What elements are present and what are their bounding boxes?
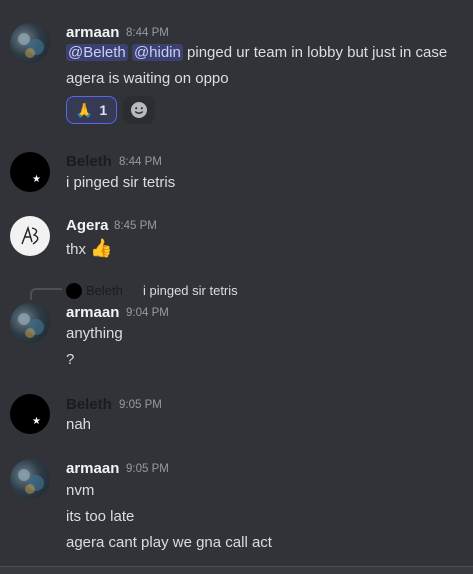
message-line: ?	[66, 351, 75, 368]
message-author[interactable]: Beleth	[66, 396, 112, 413]
message-line: thx 👍	[66, 238, 113, 259]
add-reaction-button[interactable]	[123, 96, 155, 124]
message-text: thx	[66, 241, 87, 258]
message-author[interactable]: armaan	[66, 460, 119, 477]
avatar-image-beleth: ★	[32, 174, 41, 185]
thumbs-up-emoji-icon: 👍	[90, 238, 113, 258]
reply-author[interactable]: Beleth	[86, 283, 123, 298]
reply-avatar[interactable]	[66, 283, 82, 299]
avatar-image-armaan	[18, 33, 44, 58]
avatar-agera[interactable]	[10, 216, 50, 256]
avatar-image-armaan	[18, 469, 44, 494]
message-line: agera is waiting on oppo	[66, 70, 229, 87]
message-author[interactable]: armaan	[66, 304, 119, 321]
message-timestamp: 9:05 PM	[119, 399, 162, 411]
avatar-image-armaan	[18, 313, 44, 338]
message-author[interactable]: Beleth	[66, 153, 112, 170]
avatar-image-agera	[21, 225, 39, 245]
message-timestamp: 8:44 PM	[119, 156, 162, 168]
message-text: pinged ur team in lobby but just in case	[182, 44, 448, 61]
message-line: nvm	[66, 482, 95, 499]
avatar-beleth[interactable]: ★	[10, 394, 50, 434]
reaction-count: 1	[99, 102, 108, 118]
message-line: nah	[66, 416, 92, 433]
avatar-armaan[interactable]	[10, 23, 50, 63]
message-line: i pinged sir tetris	[66, 174, 176, 191]
svg-text:★: ★	[32, 174, 41, 185]
avatar-armaan[interactable]	[10, 303, 50, 343]
pray-emoji-icon: 🙏	[75, 101, 94, 118]
reply-connector	[30, 288, 62, 300]
avatar-beleth[interactable]: ★	[10, 152, 50, 192]
reaction-pray[interactable]: 🙏 1	[66, 96, 117, 124]
message-timestamp: 9:04 PM	[126, 307, 169, 319]
svg-text:★: ★	[32, 416, 41, 427]
message-line: agera cant play we gna call act	[66, 534, 272, 551]
message-timestamp: 9:05 PM	[126, 463, 169, 475]
avatar-image-beleth: ★	[32, 416, 41, 427]
mention[interactable]: @hidin	[131, 44, 183, 61]
message-line: @Beleth @hidin pinged ur team in lobby b…	[66, 44, 447, 61]
message-line: its too late	[66, 508, 135, 525]
smiley-icon	[131, 102, 147, 118]
avatar-armaan[interactable]	[10, 459, 50, 499]
message-timestamp: 8:45 PM	[114, 220, 157, 232]
message-author[interactable]: Agera	[66, 217, 109, 234]
message-author[interactable]: armaan	[66, 24, 119, 41]
message-line: anything	[66, 325, 123, 342]
reply-preview[interactable]: i pinged sir tetris	[143, 283, 238, 298]
mention[interactable]: @Beleth	[66, 44, 128, 61]
message-timestamp: 8:44 PM	[126, 27, 169, 39]
